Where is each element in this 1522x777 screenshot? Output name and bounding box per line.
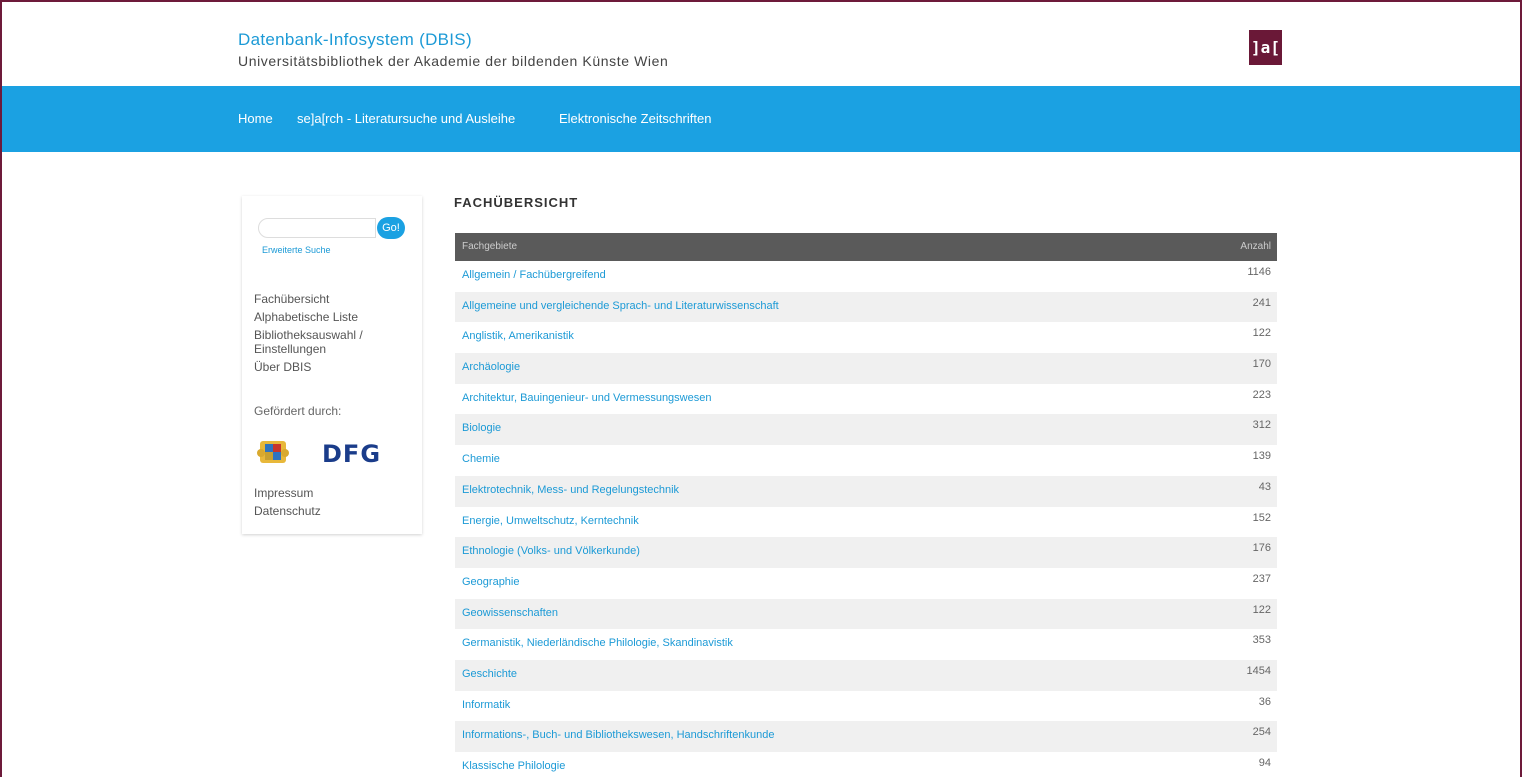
sidebar-nav: Fachübersicht Alphabetische Liste Biblio…: [254, 292, 414, 378]
advanced-search-link[interactable]: Erweiterte Suche: [262, 245, 331, 255]
table-row: Geowissenschaften 122: [455, 598, 1277, 630]
akademie-logo[interactable]: ]a[: [1249, 30, 1282, 65]
subject-link[interactable]: Informatik: [462, 699, 510, 711]
bavaria-coat-of-arms-icon[interactable]: [256, 437, 290, 465]
table-row: Allgemeine und vergleichende Sprach- und…: [455, 291, 1277, 323]
subject-count: 152: [1252, 511, 1271, 524]
subject-link[interactable]: Elektrotechnik, Mess- und Regelungstechn…: [462, 484, 679, 496]
subject-link[interactable]: Archäologie: [462, 361, 520, 373]
table-row: Anglistik, Amerikanistik 122: [455, 322, 1277, 353]
subject-link[interactable]: Allgemeine und vergleichende Sprach- und…: [462, 300, 779, 312]
sidebar-footer-links: Impressum Datenschutz: [254, 486, 321, 522]
subject-link[interactable]: Germanistik, Niederländische Philologie,…: [462, 637, 733, 649]
table-row: Archäologie 170: [455, 353, 1277, 384]
site-subtitle: Universitätsbibliothek der Akademie der …: [238, 53, 669, 69]
table-row: Informatik 36: [455, 691, 1277, 722]
table-row: Geographie 237: [455, 568, 1277, 599]
sidebar-item-about[interactable]: Über DBIS: [254, 360, 414, 374]
subject-count: 353: [1252, 634, 1271, 647]
subject-count: 312: [1252, 419, 1271, 432]
subject-count: 94: [1258, 757, 1271, 769]
subject-count: 170: [1252, 358, 1271, 371]
table-row: Informations-, Buch- und Bibliothekswese…: [455, 721, 1277, 752]
subject-link[interactable]: Anglistik, Amerikanistik: [462, 330, 574, 342]
subject-link[interactable]: Ethnologie (Volks- und Völkerkunde): [462, 545, 640, 557]
impressum-link[interactable]: Impressum: [254, 486, 321, 500]
subject-link[interactable]: Chemie: [462, 453, 500, 465]
table-row: Klassische Philologie 94: [455, 752, 1277, 777]
main-navigation: Home se]a[rch - Literatursuche und Ausle…: [0, 86, 1522, 152]
table-row: Allgemein / Fachübergreifend 1146: [455, 261, 1277, 292]
subject-link[interactable]: Geowissenschaften: [462, 607, 558, 619]
subject-link[interactable]: Architektur, Bauingenieur- und Vermessun…: [462, 392, 711, 404]
site-header: Datenbank-Infosystem (DBIS) Universitäts…: [0, 0, 1522, 86]
sidebar-item-fachuebersicht[interactable]: Fachübersicht: [254, 292, 414, 306]
nav-item-search[interactable]: se]a[rch - Literatursuche und Ausleihe: [297, 111, 515, 126]
datenschutz-link[interactable]: Datenschutz: [254, 504, 321, 518]
sidebar-item-alphabetic-list[interactable]: Alphabetische Liste: [254, 310, 414, 324]
sidebar-item-library-settings[interactable]: Bibliotheksauswahl / Einstellungen: [254, 328, 414, 356]
subject-count: 176: [1252, 542, 1271, 555]
site-title[interactable]: Datenbank-Infosystem (DBIS): [238, 30, 472, 50]
dfg-logo[interactable]: DFG: [322, 440, 381, 468]
table-row: Ethnologie (Volks- und Völkerkunde) 176: [455, 537, 1277, 568]
table-row: Energie, Umweltschutz, Kerntechnik 152: [455, 507, 1277, 538]
go-button[interactable]: Go!: [377, 217, 405, 239]
subject-count: 1454: [1246, 664, 1271, 677]
page-title: FACHÜBERSICHT: [454, 195, 579, 210]
table-row: Architektur, Bauingenieur- und Vermessun…: [455, 384, 1277, 415]
subject-link[interactable]: Geographie: [462, 576, 520, 588]
column-header-subject: Fachgebiete: [462, 241, 518, 252]
column-header-count: Anzahl: [1240, 241, 1271, 252]
subject-link[interactable]: Allgemein / Fachübergreifend: [462, 269, 606, 281]
table-row: Germanistik, Niederländische Philologie,…: [455, 629, 1277, 660]
nav-item-journals[interactable]: Elektronische Zeitschriften: [559, 111, 711, 126]
table-header: Fachgebiete Anzahl: [455, 233, 1277, 261]
subject-count: 139: [1252, 450, 1271, 463]
subject-table: Fachgebiete Anzahl Allgemein / Fachüberg…: [455, 233, 1277, 777]
search-input[interactable]: [258, 218, 376, 238]
nav-item-home[interactable]: Home: [238, 111, 273, 126]
funded-label: Gefördert durch:: [254, 404, 342, 418]
subject-count: 241: [1252, 296, 1271, 309]
subject-count: 122: [1252, 327, 1271, 340]
sidebar: Go! Erweiterte Suche Fachübersicht Alpha…: [242, 196, 422, 534]
table-row: Biologie 312: [455, 414, 1277, 446]
subject-count: 43: [1258, 480, 1271, 493]
subject-link[interactable]: Klassische Philologie: [462, 760, 565, 772]
subject-count: 223: [1252, 388, 1271, 401]
table-row: Elektrotechnik, Mess- und Regelungstechn…: [455, 475, 1277, 507]
subject-count: 36: [1258, 695, 1271, 708]
table-row: Chemie 139: [455, 445, 1277, 476]
subject-link[interactable]: Energie, Umweltschutz, Kerntechnik: [462, 515, 639, 527]
subject-count: 1146: [1247, 266, 1271, 278]
table-row: Geschichte 1454: [455, 659, 1277, 691]
subject-link[interactable]: Geschichte: [462, 668, 517, 680]
subject-count: 122: [1252, 603, 1271, 616]
subject-count: 254: [1252, 726, 1271, 739]
subject-link[interactable]: Informations-, Buch- und Bibliothekswese…: [462, 729, 774, 741]
subject-count: 237: [1252, 572, 1271, 585]
subject-link[interactable]: Biologie: [462, 422, 501, 434]
